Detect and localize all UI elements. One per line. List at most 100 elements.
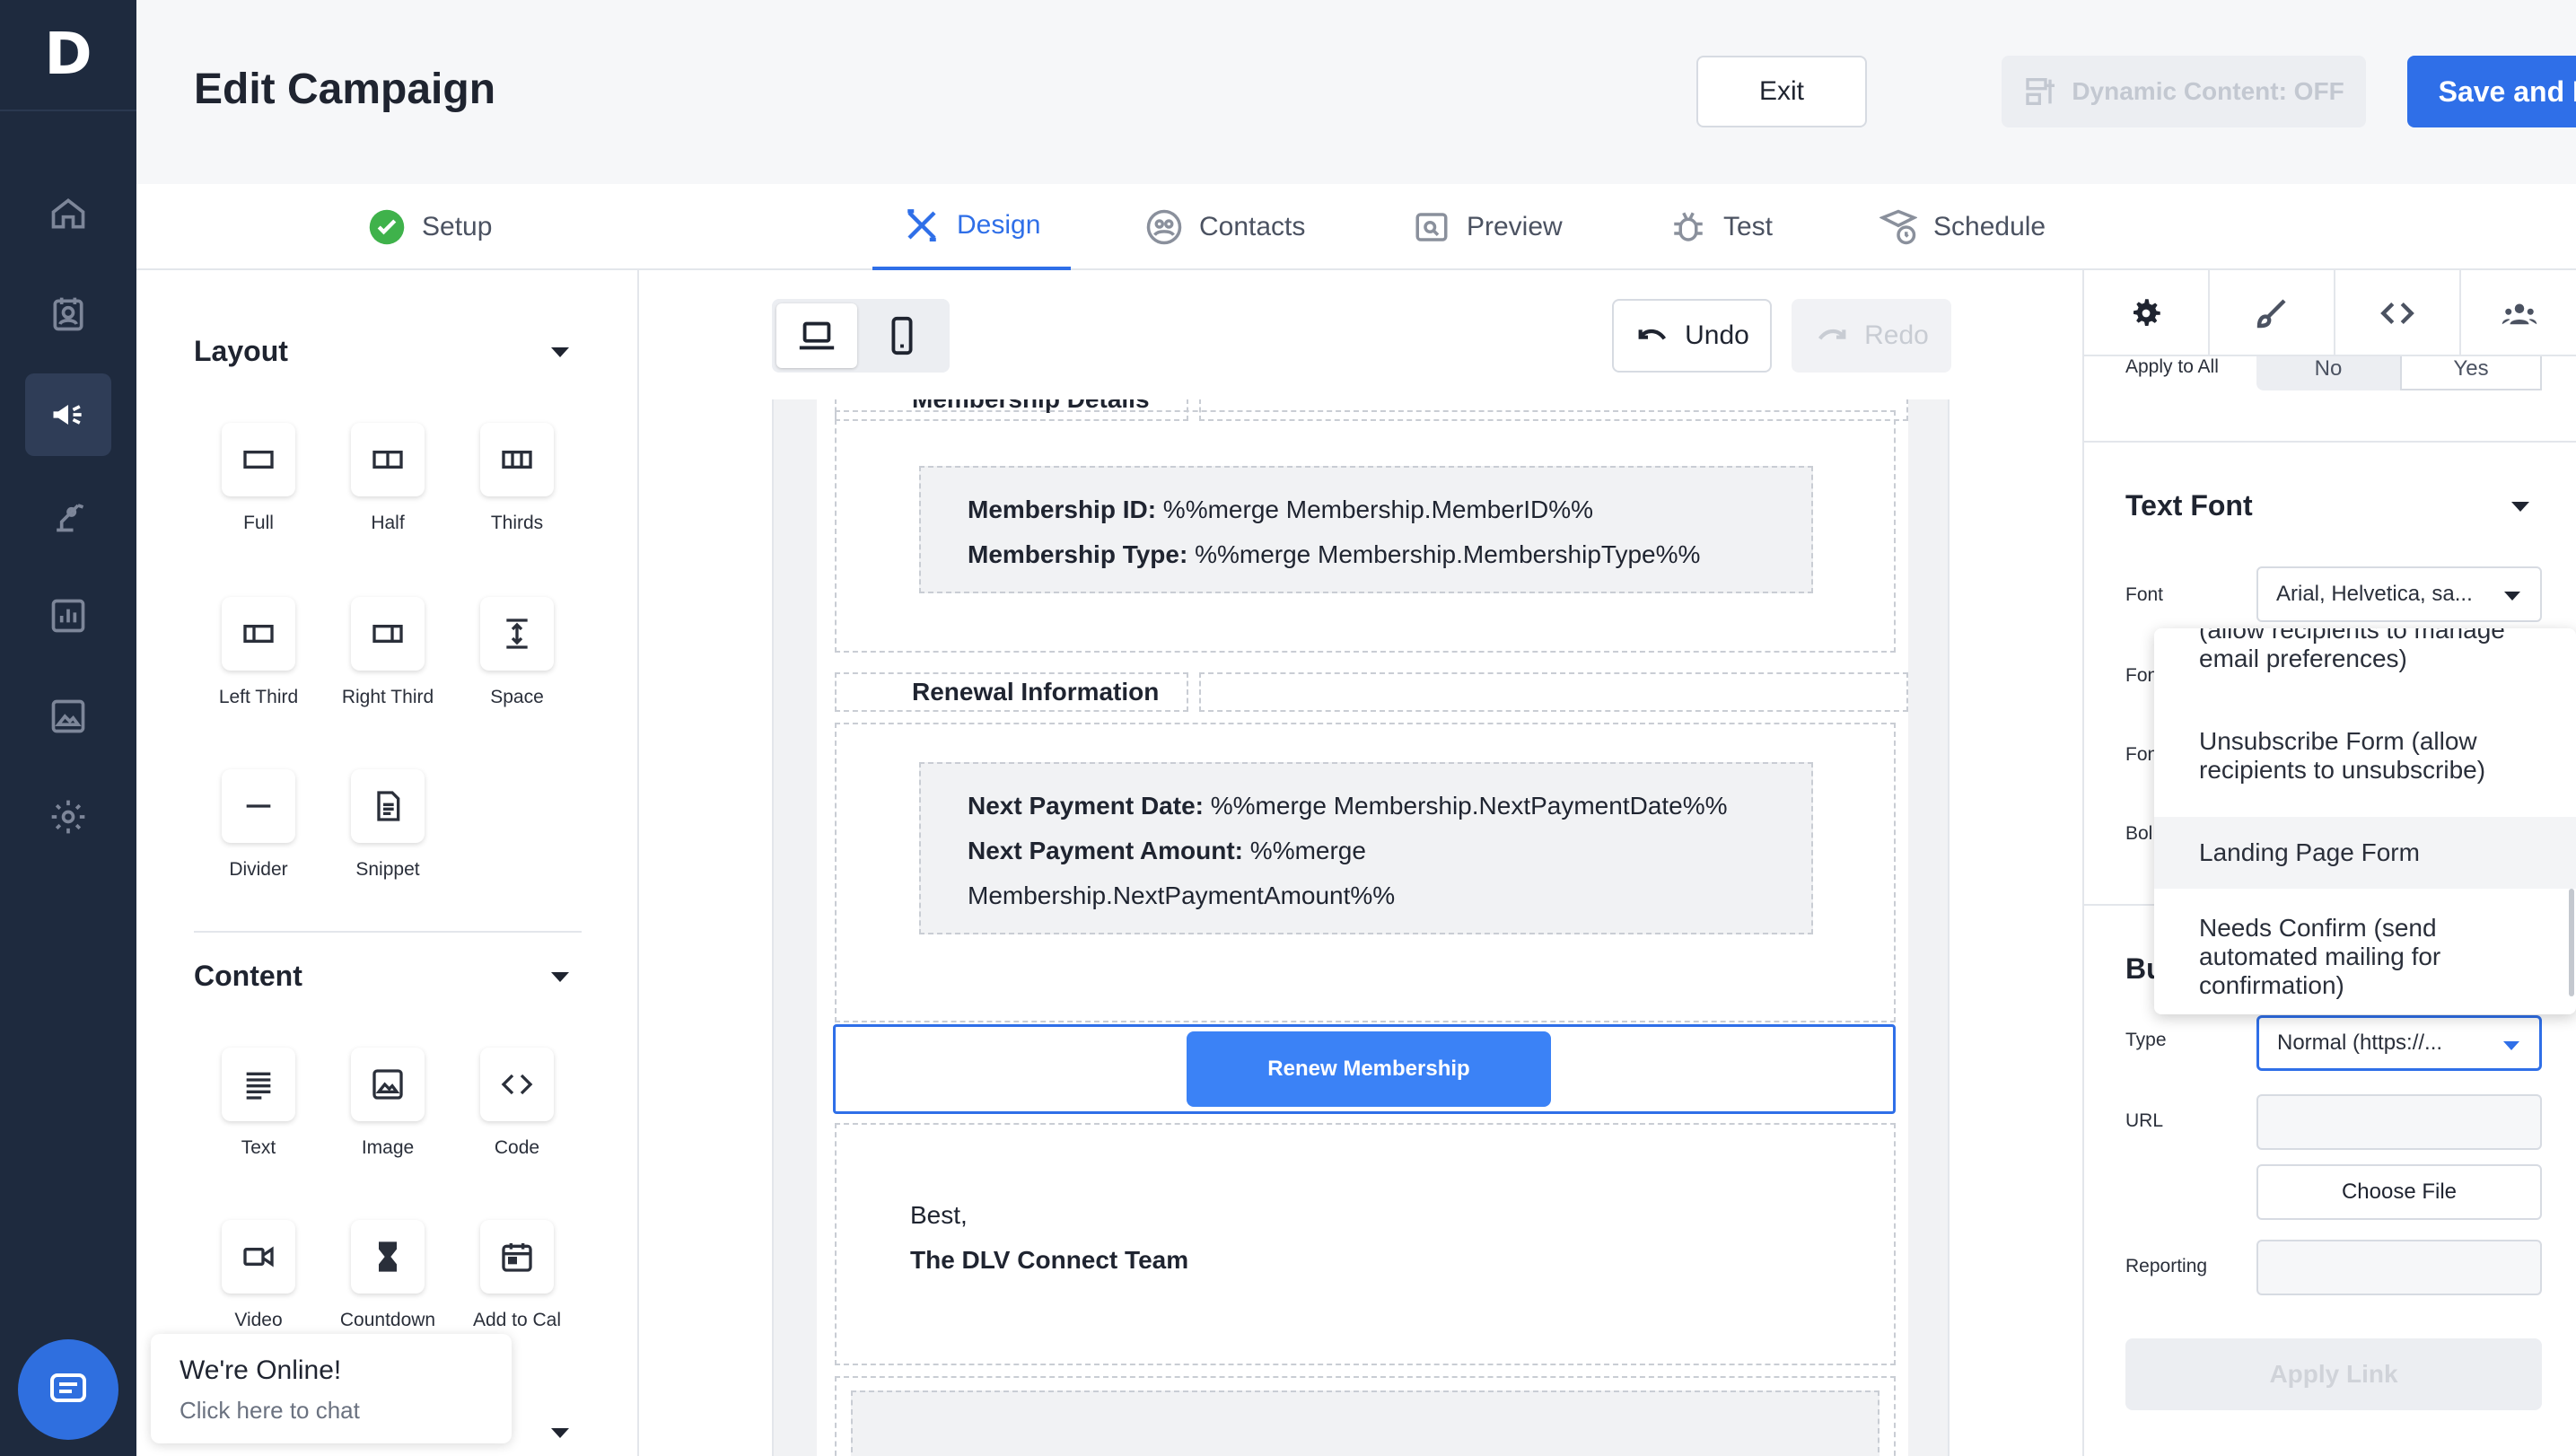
laptop-icon	[799, 321, 835, 350]
renewal-header: Renewal Information	[912, 678, 1160, 706]
settings-nav[interactable]	[25, 776, 111, 858]
tab-style[interactable]	[2210, 270, 2335, 356]
page-title: Edit Campaign	[194, 66, 496, 113]
design-canvas: Undo Redo Membership Details Membership …	[639, 270, 2082, 1456]
email-body: Membership Details Membership ID: %%merg…	[817, 399, 1908, 1456]
font-label: Font	[2125, 584, 2164, 605]
megaphone-icon	[53, 405, 82, 425]
chevron-down-icon	[2503, 1041, 2519, 1050]
choose-file-button[interactable]: Choose File	[2256, 1164, 2542, 1220]
content-add-to-cal-tile[interactable]: Add to Cal	[452, 1220, 582, 1331]
gear-icon	[51, 800, 85, 834]
undo-button[interactable]: Undo	[1612, 299, 1772, 373]
tab-setup-label: Setup	[422, 212, 493, 241]
link-type-dropdown: (allow recipients to manage email prefer…	[2154, 628, 2576, 1014]
link-type-select[interactable]: Normal (https://...	[2256, 1015, 2542, 1071]
tab-setup[interactable]: Setup	[368, 184, 492, 270]
next-amount-label: Next Payment Amount:	[968, 837, 1244, 864]
full-layout-icon	[243, 451, 274, 469]
tile-label: Video	[234, 1310, 283, 1330]
option-unsubscribe-form[interactable]: Unsubscribe Form (allow recipients to un…	[2154, 727, 2576, 785]
tab-test-label: Test	[1723, 212, 1774, 241]
tab-audience[interactable]	[2461, 270, 2576, 356]
layout-left-third-tile[interactable]: Left Third	[194, 597, 323, 708]
empty-block[interactable]	[1199, 672, 1908, 712]
option-manage-preferences[interactable]: (allow recipients to manage email prefer…	[2154, 628, 2576, 688]
save-and-next-button[interactable]: Save and Next	[2407, 56, 2576, 127]
membership-id-value: %%merge Membership.MemberID%%	[1156, 496, 1594, 523]
option-needs-confirm[interactable]: Needs Confirm (send automated mailing fo…	[2154, 914, 2576, 1000]
layout-snippet-tile[interactable]: Snippet	[323, 769, 452, 881]
tab-design-label: Design	[957, 210, 1041, 240]
apply-to-all-yes[interactable]: Yes	[2400, 356, 2542, 390]
chat-popup[interactable]: We're Online! Click here to chat	[151, 1334, 512, 1443]
chat-launcher[interactable]	[18, 1339, 118, 1440]
contacts-nav[interactable]	[25, 273, 111, 355]
tab-contacts[interactable]: Contacts	[1145, 184, 1305, 270]
tile-label: Left Third	[218, 687, 299, 707]
calendar-icon	[502, 1243, 532, 1272]
tab-preview[interactable]: Preview	[1413, 184, 1563, 270]
membership-merge-box[interactable]: Membership ID: %%merge Membership.Member…	[919, 466, 1813, 593]
reporting-input[interactable]	[2256, 1240, 2542, 1295]
redo-button[interactable]: Redo	[1792, 299, 1951, 373]
mobile-view-button[interactable]	[862, 303, 942, 368]
layout-half-tile[interactable]: Half	[323, 423, 452, 534]
layout-thirds-tile[interactable]: Thirds	[452, 423, 582, 534]
dropdown-scrollbar[interactable]	[2569, 889, 2574, 996]
renew-membership-button[interactable]: Renew Membership	[1187, 1031, 1551, 1107]
layout-right-third-tile[interactable]: Right Third	[323, 597, 452, 708]
layout-divider-tile[interactable]: Divider	[194, 769, 323, 881]
renewal-header-block[interactable]: Renewal Information	[835, 672, 1188, 712]
chat-popup-subtitle: Click here to chat	[180, 1397, 360, 1424]
tab-design[interactable]: Design	[872, 184, 1072, 270]
tile-label: Divider	[229, 859, 288, 880]
dynamic-content-button[interactable]: Dynamic Content: OFF	[2002, 56, 2366, 127]
content-video-tile[interactable]: Video	[194, 1220, 323, 1331]
option-landing-page-form[interactable]: Landing Page Form	[2154, 817, 2576, 889]
exit-button[interactable]: Exit	[1696, 56, 1867, 127]
footer-inner-box[interactable]	[851, 1390, 1879, 1456]
media-nav[interactable]	[25, 675, 111, 758]
reports-nav[interactable]	[25, 575, 111, 657]
tile-label: Code	[494, 1137, 540, 1158]
section-divider	[194, 931, 582, 933]
content-text-tile[interactable]: Text	[194, 1048, 323, 1159]
tab-settings[interactable]	[2084, 270, 2210, 356]
content-image-tile[interactable]: Image	[323, 1048, 452, 1159]
text-font-collapse-icon[interactable]	[2511, 502, 2529, 512]
app-logo[interactable]: D	[0, 0, 136, 111]
image-icon	[372, 1069, 403, 1100]
text-icon	[246, 1072, 271, 1100]
content-code-tile[interactable]: Code	[452, 1048, 582, 1159]
properties-tabs	[2084, 270, 2576, 356]
design-tools-icon	[907, 209, 936, 241]
url-input[interactable]	[2256, 1094, 2542, 1150]
tab-code[interactable]	[2335, 270, 2461, 356]
content-collapse-icon[interactable]	[551, 972, 569, 982]
step-tabs: Setup Design Contacts Preview Test Sched…	[136, 184, 2576, 270]
layout-space-tile[interactable]: Space	[452, 597, 582, 708]
tab-preview-label: Preview	[1467, 212, 1563, 241]
brush-icon	[2256, 299, 2286, 329]
desktop-view-button[interactable]	[776, 303, 857, 368]
layout-full-tile[interactable]: Full	[194, 423, 323, 534]
tab-schedule[interactable]: Schedule	[1879, 184, 2046, 270]
tab-schedule-label: Schedule	[1933, 212, 2046, 241]
campaigns-nav[interactable]	[25, 373, 111, 456]
renewal-merge-box[interactable]: Next Payment Date: %%merge Membership.Ne…	[919, 762, 1813, 934]
layout-collapse-icon[interactable]	[551, 347, 569, 357]
next-section-collapse-icon[interactable]	[551, 1428, 569, 1438]
apply-to-all-no[interactable]: No	[2256, 356, 2400, 382]
tile-label: Text	[241, 1137, 276, 1158]
content-countdown-tile[interactable]: Countdown	[323, 1220, 452, 1331]
tab-test[interactable]: Test	[1669, 184, 1773, 270]
signature-line-1: Best,	[910, 1201, 968, 1229]
tile-label: Space	[490, 687, 544, 707]
apply-to-all-toggle[interactable]: No Yes	[2256, 356, 2542, 390]
font-select[interactable]: Arial, Helvetica, sa...	[2256, 566, 2542, 622]
tile-label: Full	[243, 513, 274, 533]
automation-nav[interactable]	[25, 474, 111, 557]
home-nav[interactable]	[25, 172, 111, 255]
apply-link-button[interactable]: Apply Link	[2125, 1338, 2542, 1410]
